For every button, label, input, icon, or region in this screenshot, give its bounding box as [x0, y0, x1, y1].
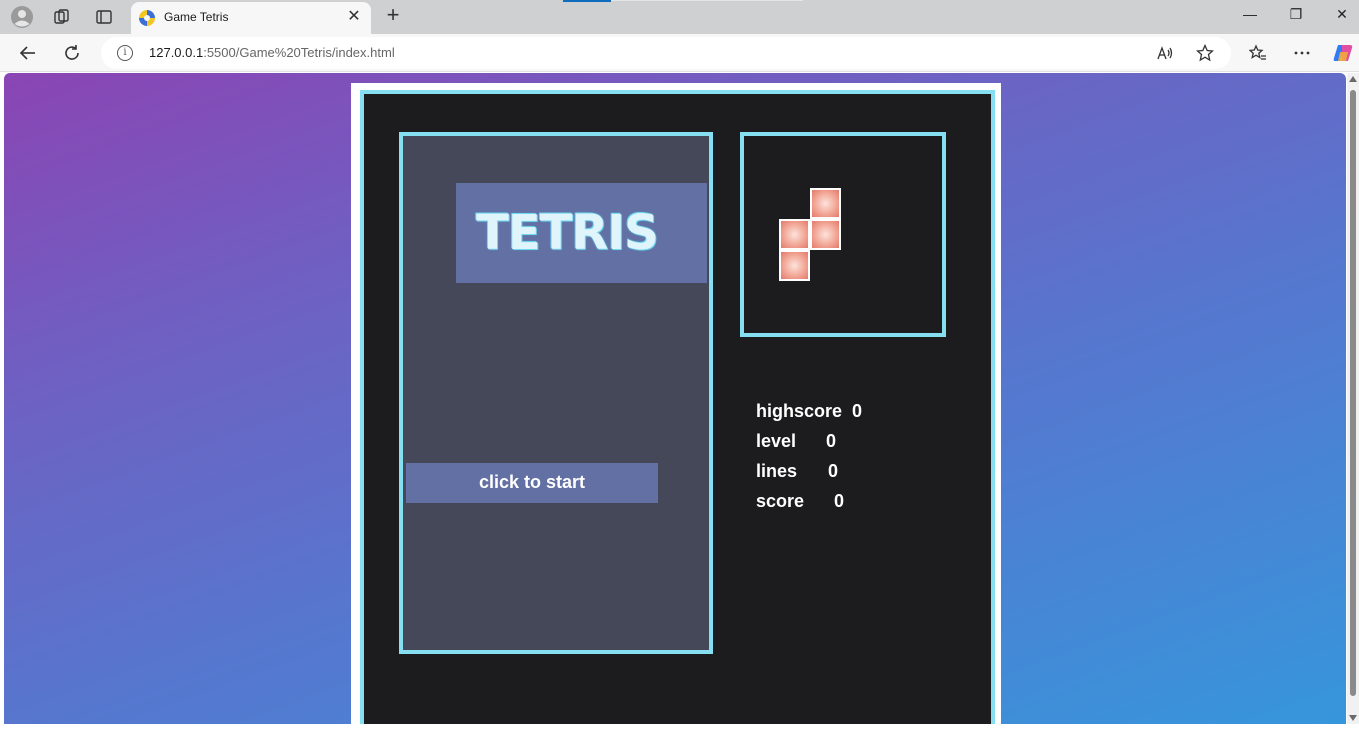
window-bottom-edge — [0, 724, 1359, 729]
next-piece-block — [810, 219, 841, 250]
favorites-icon[interactable] — [1246, 41, 1270, 65]
scroll-down-icon[interactable] — [1349, 715, 1357, 721]
tab-title: Game Tetris — [164, 10, 229, 24]
restore-button[interactable]: ❐ — [1284, 6, 1308, 28]
tab-strip-line — [611, 0, 803, 1]
new-tab-button[interactable]: + — [381, 4, 405, 28]
stat-label: score — [756, 491, 805, 511]
site-info-icon[interactable]: i — [117, 45, 133, 61]
active-tab[interactable]: Game Tetris ✕ — [131, 2, 371, 34]
page-viewport: TETRIS click to start highscore 0 level … — [4, 73, 1346, 724]
next-piece-block — [810, 188, 841, 219]
url-text: 127.0.0.1:5500/Game%20Tetris/index.html — [149, 45, 395, 60]
stat-value: 0 — [834, 491, 845, 511]
next-piece-preview — [740, 132, 946, 337]
stat-label: highscore — [756, 401, 843, 421]
browser-toolbar: i 127.0.0.1:5500/Game%20Tetris/index.htm… — [0, 34, 1359, 72]
scroll-up-icon[interactable] — [1349, 76, 1357, 82]
url-path: :5500/Game%20Tetris/index.html — [203, 45, 395, 60]
workspaces-icon[interactable] — [50, 5, 74, 29]
url-host: 127.0.0.1 — [149, 45, 204, 60]
favorite-star-icon[interactable] — [1193, 41, 1217, 65]
stat-label: lines — [756, 461, 798, 481]
next-piece-block — [779, 250, 810, 281]
more-icon[interactable] — [1290, 41, 1314, 65]
title-banner: TETRIS — [456, 183, 707, 283]
game-title: TETRIS — [476, 205, 659, 261]
stat-label: level — [756, 431, 797, 451]
scrollbar-thumb[interactable] — [1350, 90, 1356, 696]
address-bar[interactable]: i 127.0.0.1:5500/Game%20Tetris/index.htm… — [101, 37, 1231, 69]
next-piece-block — [779, 219, 810, 250]
close-window-button[interactable]: ✕ — [1330, 6, 1354, 28]
read-aloud-icon[interactable] — [1153, 41, 1177, 65]
browser-tab-bar: Game Tetris ✕ + — ❐ ✕ — [0, 0, 1359, 34]
start-button[interactable]: click to start — [406, 463, 658, 503]
back-icon[interactable] — [16, 41, 40, 65]
copilot-icon[interactable] — [1331, 41, 1355, 65]
stat-value: 0 — [852, 401, 863, 421]
page-scrollbar[interactable] — [1347, 73, 1359, 724]
tab-close-icon[interactable]: ✕ — [345, 8, 363, 26]
python-favicon-icon — [139, 10, 155, 26]
tab-strip-accent — [563, 0, 611, 2]
stat-value: 0 — [828, 461, 839, 481]
refresh-icon[interactable] — [60, 41, 84, 65]
tab-actions-icon[interactable] — [92, 5, 116, 29]
profile-icon[interactable] — [10, 5, 34, 29]
stat-value: 0 — [826, 431, 837, 451]
minimize-button[interactable]: — — [1238, 6, 1262, 28]
